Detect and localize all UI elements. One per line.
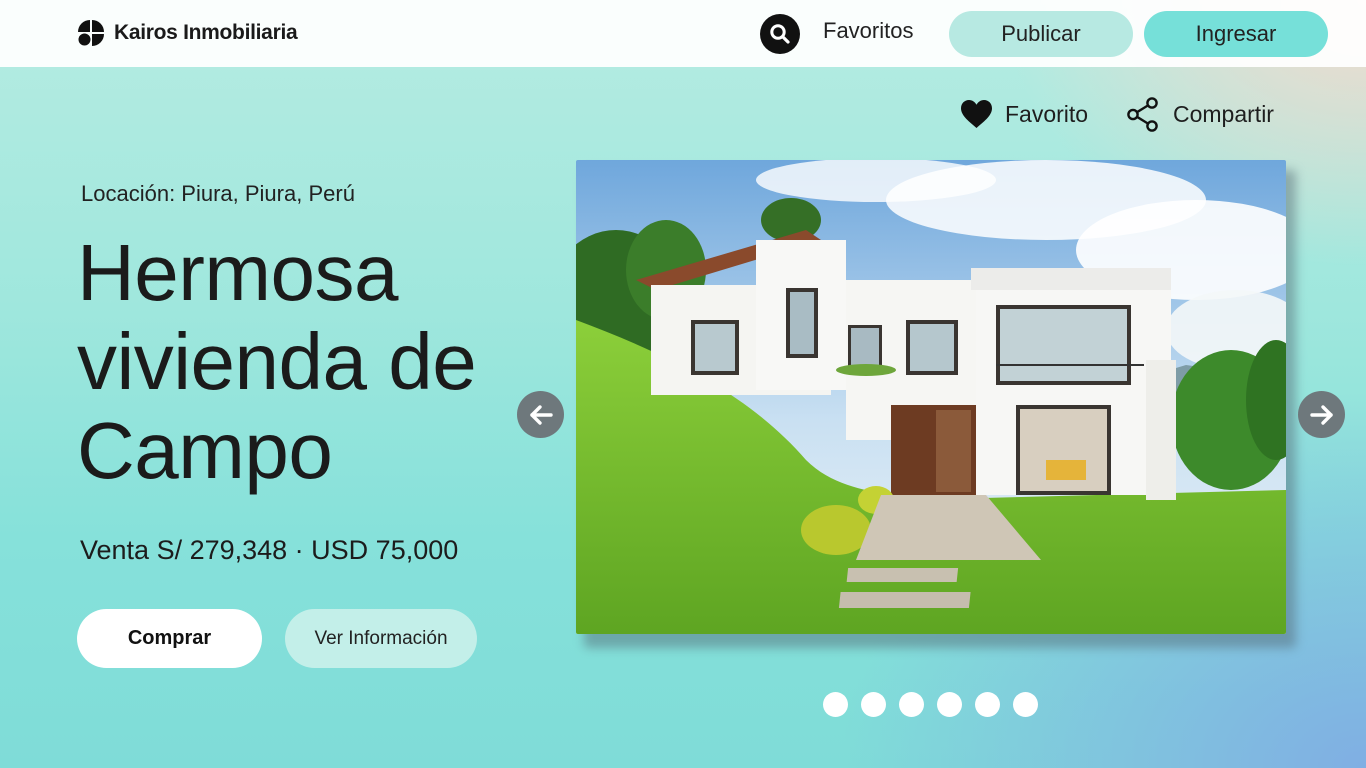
- gallery-dot-3[interactable]: [899, 692, 924, 717]
- comprar-button[interactable]: Comprar: [77, 609, 262, 668]
- share-icon: [1127, 96, 1158, 132]
- arrow-left-icon: [529, 404, 553, 425]
- arrow-right-icon: [1309, 404, 1333, 425]
- ingresar-button[interactable]: Ingresar: [1144, 11, 1328, 57]
- listing-title-line: vivienda de: [77, 317, 477, 406]
- gallery-dot-5[interactable]: [975, 692, 1000, 717]
- search-button[interactable]: [760, 14, 800, 54]
- country-house-photo: [576, 160, 1286, 634]
- listing-title-line: Hermosa: [77, 228, 399, 317]
- brand-name: Kairos Inmobiliaria: [114, 21, 298, 44]
- gallery-dot-1[interactable]: [823, 692, 848, 717]
- publicar-button[interactable]: Publicar: [949, 11, 1133, 57]
- gallery-dot-4[interactable]: [937, 692, 962, 717]
- gallery-dot-6[interactable]: [1013, 692, 1038, 717]
- ver-informacion-button[interactable]: Ver Información: [285, 609, 477, 668]
- gallery-dot-2[interactable]: [861, 692, 886, 717]
- compartir-label: Compartir: [1173, 100, 1274, 127]
- listing-price: Venta S/ 279,348 · USD 75,000: [80, 535, 459, 565]
- nav-favoritos-link[interactable]: Favoritos: [823, 18, 913, 44]
- gallery-pagination: [823, 692, 1038, 717]
- search-icon: [770, 24, 790, 44]
- compartir-action[interactable]: Compartir: [1126, 96, 1274, 132]
- heart-icon: [961, 100, 992, 128]
- listing-location: Locación: Piura, Piura, Perú: [81, 181, 355, 206]
- top-navigation-bar: Kairos Inmobiliaria Favoritos Publicar I…: [0, 0, 1366, 67]
- favorito-action[interactable]: Favorito: [960, 97, 1088, 131]
- gallery-next-button[interactable]: [1298, 391, 1345, 438]
- favorito-label: Favorito: [1005, 100, 1089, 127]
- gallery-prev-button[interactable]: [517, 391, 564, 438]
- listing-title: Hermosa vivienda de Campo: [77, 228, 547, 495]
- brand[interactable]: Kairos Inmobiliaria: [77, 18, 298, 48]
- listing-photo: [576, 160, 1286, 634]
- brand-logo-icon: [78, 20, 104, 46]
- listing-title-line: Campo: [77, 406, 333, 495]
